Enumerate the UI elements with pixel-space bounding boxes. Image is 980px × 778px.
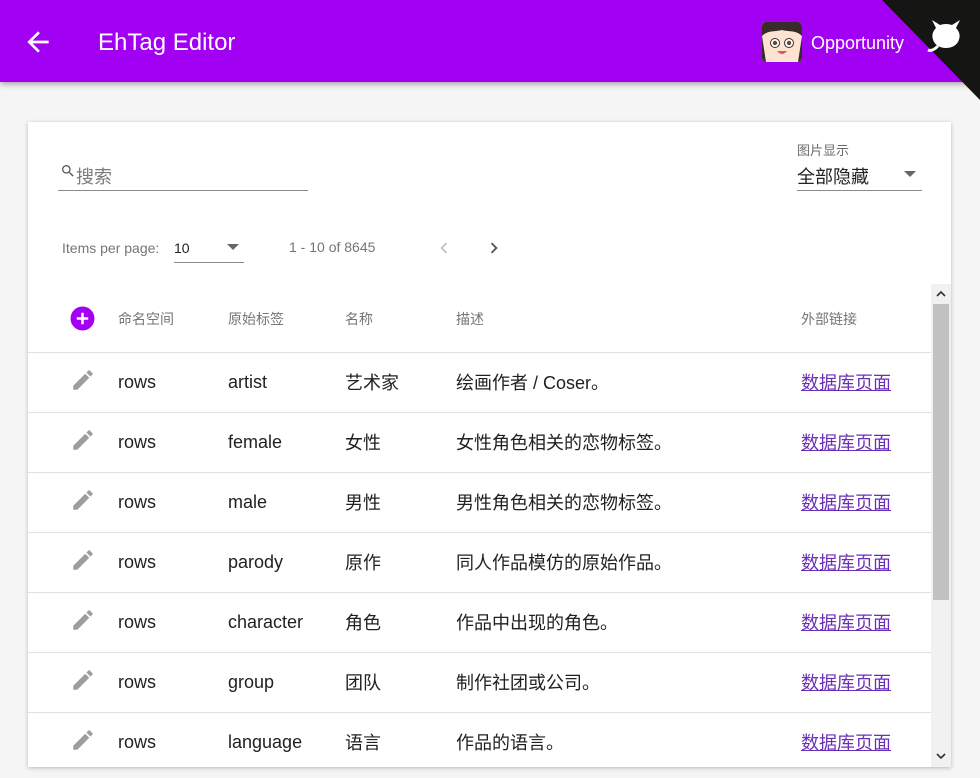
table-row[interactable]: rows language 语言 作品的语言。 数据库页面 <box>28 712 931 767</box>
row-description: 作品中出现的角色。 <box>456 592 801 653</box>
database-page-link[interactable]: 数据库页面 <box>801 373 891 393</box>
table-row[interactable]: rows group 团队 制作社团或公司。 数据库页面 <box>28 652 931 713</box>
database-page-link[interactable]: 数据库页面 <box>801 493 891 513</box>
row-namespace: rows <box>118 652 228 713</box>
edit-pencil-icon[interactable] <box>70 487 96 513</box>
pagination-range: 1 - 10 of 8645 <box>289 239 376 255</box>
row-name: 团队 <box>345 652 456 713</box>
image-display-value[interactable]: 全部隐藏 <box>797 163 869 189</box>
add-tag-button[interactable] <box>70 306 95 331</box>
row-raw-tag: group <box>228 652 345 713</box>
row-name: 角色 <box>345 592 456 653</box>
row-namespace: rows <box>118 352 228 413</box>
app-title: EhTag Editor <box>98 29 236 56</box>
database-page-link[interactable]: 数据库页面 <box>801 733 891 753</box>
row-description: 男性角色相关的恋物标签。 <box>456 472 801 533</box>
scrollbar-thumb[interactable] <box>933 304 949 600</box>
database-page-link[interactable]: 数据库页面 <box>801 613 891 633</box>
column-header-external-links: 外部链接 <box>801 286 931 353</box>
row-raw-tag: female <box>228 412 345 473</box>
back-arrow-icon[interactable] <box>22 26 54 58</box>
image-display-label: 图片显示 <box>797 143 850 158</box>
dropdown-caret-icon <box>904 171 916 177</box>
edit-pencil-icon[interactable] <box>70 667 96 693</box>
edit-pencil-icon[interactable] <box>70 427 96 453</box>
row-raw-tag: language <box>228 712 345 767</box>
row-name: 语言 <box>345 712 456 767</box>
row-description: 同人作品模仿的原始作品。 <box>456 532 801 593</box>
scroll-down-arrow-icon[interactable] <box>935 750 947 762</box>
column-header-namespace[interactable]: 命名空间 <box>118 286 228 353</box>
row-raw-tag: character <box>228 592 345 653</box>
table-row[interactable]: rows parody 原作 同人作品模仿的原始作品。 数据库页面 <box>28 532 931 593</box>
row-name: 原作 <box>345 532 456 593</box>
column-header-raw-tag[interactable]: 原始标签 <box>228 286 345 353</box>
table-row[interactable]: rows female 女性 女性角色相关的恋物标签。 数据库页面 <box>28 412 931 473</box>
row-namespace: rows <box>118 712 228 767</box>
table-header-row: 命名空间 原始标签 名称 描述 外部链接 <box>28 286 931 353</box>
row-name: 男性 <box>345 472 456 533</box>
scroll-up-arrow-icon[interactable] <box>935 288 947 300</box>
previous-page-button[interactable] <box>433 236 455 260</box>
row-description: 绘画作者 / Coser。 <box>456 352 801 413</box>
table-row[interactable]: rows male 男性 男性角色相关的恋物标签。 数据库页面 <box>28 472 931 533</box>
table-row[interactable]: rows artist 艺术家 绘画作者 / Coser。 数据库页面 <box>28 352 931 413</box>
edit-pencil-icon[interactable] <box>70 547 96 573</box>
github-corner[interactable] <box>882 0 980 100</box>
row-raw-tag: artist <box>228 352 345 413</box>
edit-pencil-icon[interactable] <box>70 367 96 393</box>
row-description: 制作社团或公司。 <box>456 652 801 713</box>
row-description: 女性角色相关的恋物标签。 <box>456 412 801 473</box>
database-page-link[interactable]: 数据库页面 <box>801 433 891 453</box>
chevron-left-icon <box>440 242 448 254</box>
row-name: 女性 <box>345 412 456 473</box>
items-per-page-label: Items per page: <box>62 240 160 256</box>
dropdown-caret-icon <box>227 244 239 250</box>
row-namespace: rows <box>118 412 228 473</box>
row-name: 艺术家 <box>345 352 456 413</box>
edit-pencil-icon[interactable] <box>70 607 96 633</box>
image-display-select[interactable]: 图片显示 全部隐藏 <box>797 140 922 191</box>
tag-table-card: 搜索 图片显示 全部隐藏 Items per page: 10 1 - 10 o… <box>28 122 951 767</box>
column-header-description[interactable]: 描述 <box>456 286 801 353</box>
search-icon <box>62 165 74 177</box>
column-header-name[interactable]: 名称 <box>345 286 456 353</box>
edit-pencil-icon[interactable] <box>70 727 96 753</box>
row-description: 作品的语言。 <box>456 712 801 767</box>
search-input[interactable]: 搜索 <box>76 163 112 189</box>
chevron-right-icon <box>490 242 498 254</box>
items-per-page-select[interactable]: 10 <box>174 232 244 263</box>
database-page-link[interactable]: 数据库页面 <box>801 553 891 573</box>
row-namespace: rows <box>118 472 228 533</box>
items-per-page-value[interactable]: 10 <box>174 240 190 256</box>
search-field[interactable]: 搜索 <box>58 159 308 191</box>
user-avatar[interactable] <box>762 22 802 62</box>
table-scrollbar[interactable] <box>931 284 951 767</box>
database-page-link[interactable]: 数据库页面 <box>801 673 891 693</box>
next-page-button[interactable] <box>483 236 505 260</box>
app-toolbar: EhTag Editor Opportunity <box>0 0 980 100</box>
row-namespace: rows <box>118 532 228 593</box>
row-namespace: rows <box>118 592 228 653</box>
row-raw-tag: parody <box>228 532 345 593</box>
row-raw-tag: male <box>228 472 345 533</box>
tag-table: 命名空间 原始标签 名称 描述 外部链接 rows artist 艺术家 绘画作… <box>28 286 931 767</box>
table-row[interactable]: rows character 角色 作品中出现的角色。 数据库页面 <box>28 592 931 653</box>
